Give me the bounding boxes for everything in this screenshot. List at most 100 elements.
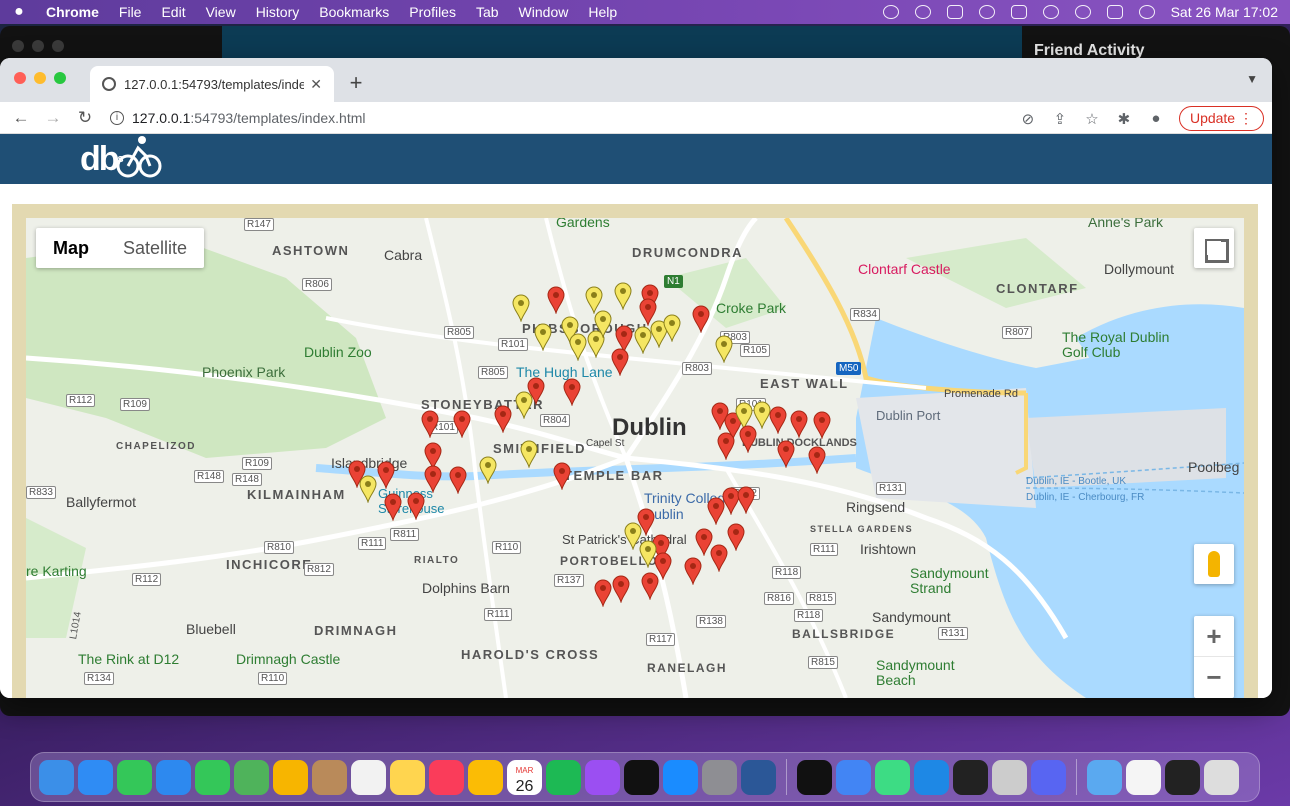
dock-podcasts-icon[interactable]	[585, 759, 620, 795]
station-marker-red[interactable]	[547, 286, 565, 314]
bg-zoom-icon[interactable]	[52, 40, 64, 52]
apple-icon[interactable]: ●	[12, 3, 26, 21]
extensions-icon[interactable]: ✱	[1115, 110, 1133, 128]
menu-help[interactable]: Help	[588, 4, 617, 20]
minimize-window-icon[interactable]	[34, 72, 46, 84]
station-marker-red[interactable]	[813, 411, 831, 439]
menu-edit[interactable]: Edit	[161, 4, 185, 20]
station-marker-red[interactable]	[453, 410, 471, 438]
menu-file[interactable]: File	[119, 4, 142, 20]
zoom-out-button[interactable]: −	[1194, 657, 1234, 698]
clock[interactable]: Sat 26 Mar 17:02	[1171, 4, 1278, 20]
address-bar[interactable]: i 127.0.0.1:54793/templates/index.html	[110, 110, 366, 126]
play-icon[interactable]	[914, 5, 931, 19]
battery-icon[interactable]	[1010, 5, 1027, 19]
dock-facetime-icon[interactable]	[195, 759, 230, 795]
control-center-icon[interactable]	[1106, 5, 1123, 19]
station-marker-yellow[interactable]	[614, 282, 632, 310]
zoom-in-button[interactable]: +	[1194, 616, 1234, 657]
dock-finder-icon[interactable]	[39, 759, 74, 795]
station-marker-red[interactable]	[424, 465, 442, 493]
station-marker-red[interactable]	[641, 572, 659, 600]
dock-notes-icon[interactable]	[390, 759, 425, 795]
station-marker-yellow[interactable]	[594, 310, 612, 338]
dock-music-icon[interactable]	[429, 759, 464, 795]
station-marker-yellow[interactable]	[512, 294, 530, 322]
site-logo[interactable]: dbs	[80, 136, 162, 180]
station-marker-red[interactable]	[421, 410, 439, 438]
status-icon[interactable]	[882, 5, 899, 19]
tab-active[interactable]: 127.0.0.1:54793/templates/index.html ✕	[90, 66, 334, 102]
station-marker-yellow[interactable]	[359, 475, 377, 503]
dock-contacts-icon[interactable]	[312, 759, 347, 795]
site-info-icon[interactable]: i	[110, 110, 124, 125]
map[interactable]: Dublin ASHTOWN Cabra DRUMCONDRA CLONTARF…	[26, 218, 1244, 698]
back-icon[interactable]: ←	[10, 108, 32, 128]
station-marker-red[interactable]	[777, 440, 795, 468]
reload-icon[interactable]: ↻	[74, 108, 96, 128]
dock-terminal-window-icon[interactable]	[1165, 759, 1200, 795]
station-marker-red[interactable]	[710, 544, 728, 572]
station-marker-yellow[interactable]	[515, 391, 533, 419]
station-marker-red[interactable]	[563, 378, 581, 406]
share-icon[interactable]: ⇪	[1051, 110, 1069, 128]
station-marker-red[interactable]	[737, 486, 755, 514]
close-window-icon[interactable]	[14, 72, 26, 84]
bg-close-icon[interactable]	[12, 40, 24, 52]
menu-view[interactable]: View	[206, 4, 236, 20]
menu-window[interactable]: Window	[519, 4, 569, 20]
dock-chrome-icon[interactable]	[468, 759, 503, 795]
dock-app-store-icon[interactable]	[663, 759, 698, 795]
dock-tv-icon[interactable]	[624, 759, 659, 795]
station-marker-red[interactable]	[407, 492, 425, 520]
forward-icon[interactable]: →	[42, 108, 64, 128]
station-marker-red[interactable]	[684, 557, 702, 585]
dock-utility-icon[interactable]	[992, 759, 1027, 795]
bookmark-star-icon[interactable]: ☆	[1083, 110, 1101, 128]
station-marker-red[interactable]	[717, 432, 735, 460]
wifi-icon[interactable]	[1042, 5, 1059, 19]
search-icon[interactable]	[1074, 5, 1091, 19]
menu-bookmarks[interactable]: Bookmarks	[319, 4, 389, 20]
new-tab-icon[interactable]: +	[346, 70, 366, 96]
station-marker-red[interactable]	[611, 348, 629, 376]
station-marker-red[interactable]	[553, 462, 571, 490]
tab-close-icon[interactable]: ✕	[310, 76, 322, 93]
dock-safari-icon[interactable]	[78, 759, 113, 795]
menu-tab[interactable]: Tab	[476, 4, 499, 20]
menu-profiles[interactable]: Profiles	[409, 4, 456, 20]
station-marker-red[interactable]	[449, 466, 467, 494]
map-type-map[interactable]: Map	[36, 228, 106, 268]
dock-reminders-icon[interactable]	[351, 759, 386, 795]
station-marker-red[interactable]	[612, 575, 630, 603]
dock-calendar-icon[interactable]: MAR 26	[507, 759, 542, 795]
dock-document-icon[interactable]	[1126, 759, 1161, 795]
dock-trash-icon[interactable]	[1204, 759, 1239, 795]
station-marker-red[interactable]	[494, 405, 512, 433]
station-marker-yellow[interactable]	[715, 335, 733, 363]
tab-search-icon[interactable]: ▼	[1246, 72, 1258, 86]
user-icon[interactable]	[978, 5, 995, 19]
dock-system-preferences-icon[interactable]	[702, 759, 737, 795]
display-icon[interactable]	[946, 5, 963, 19]
station-marker-red[interactable]	[727, 523, 745, 551]
dock-pycharm-icon[interactable]	[875, 759, 910, 795]
station-marker-yellow[interactable]	[479, 456, 497, 484]
dock-maps-icon[interactable]	[234, 759, 269, 795]
dock-folder-icon[interactable]	[1087, 759, 1122, 795]
dock-vs-code-icon[interactable]	[914, 759, 949, 795]
fullscreen-button[interactable]	[1194, 228, 1234, 268]
station-marker-red[interactable]	[769, 406, 787, 434]
street-view-pegman-icon[interactable]	[1194, 544, 1234, 584]
station-marker-red[interactable]	[739, 425, 757, 453]
station-marker-red[interactable]	[790, 410, 808, 438]
update-button[interactable]: Update ⋮	[1178, 106, 1264, 131]
station-marker-yellow[interactable]	[569, 333, 587, 361]
map-type-satellite[interactable]: Satellite	[106, 228, 204, 268]
fullscreen-window-icon[interactable]	[54, 72, 66, 84]
dock-discord-icon[interactable]	[1031, 759, 1066, 795]
blocked-icon[interactable]: ⊘	[1019, 110, 1037, 128]
dock-messages-icon[interactable]	[117, 759, 152, 795]
station-marker-red[interactable]	[384, 493, 402, 521]
siri-icon[interactable]	[1138, 5, 1155, 19]
